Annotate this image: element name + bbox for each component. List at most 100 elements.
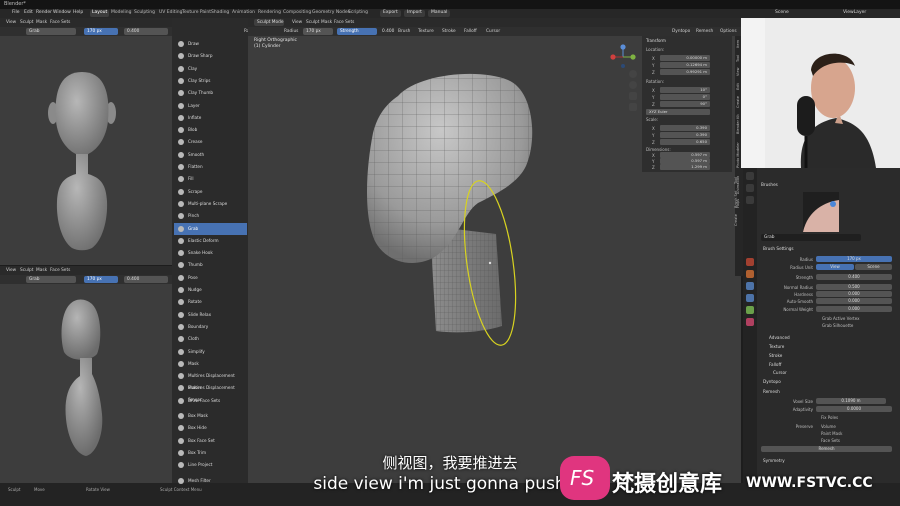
preserve-volume-checkbox[interactable]: Volume [821,424,836,429]
dim-z-field[interactable]: 1.299 m [660,164,710,170]
prop-strength-field[interactable]: 0.400 [816,274,892,280]
prop-vtab-tool[interactable]: Tool [734,170,742,184]
brush-preview-icon[interactable] [803,192,839,232]
prop-normal-weight-field[interactable]: 0.000 [816,306,892,312]
pan-icon[interactable] [629,81,637,89]
brush-item-scrape[interactable]: Scrape [174,186,247,198]
brush-item-clay-thumb[interactable]: Clay Thumb [174,87,247,99]
export-button[interactable]: Export [380,10,401,17]
menu-edit[interactable]: Edit [24,10,33,15]
loc-z-field[interactable]: 0.99291 m [660,69,710,75]
brush-item-snake-hook[interactable]: Snake Hook [174,247,247,259]
tool-tab-icon[interactable] [746,172,754,180]
brush-item-multi-plane-scrape[interactable]: Multi-plane Scrape [174,198,247,210]
preserve-face-sets-checkbox[interactable]: Face Sets [821,438,840,443]
loc-y-field[interactable]: 0.12694 m [660,62,710,68]
brush-item-simplify[interactable]: Simplify [174,346,247,358]
voxel-size-field[interactable]: 0.1090 m [816,398,886,404]
prop-auto-smooth-field[interactable]: 0.000 [816,298,892,304]
scale-y-field[interactable]: 0.390 [660,132,710,138]
brush-item-clay-strips[interactable]: Clay Strips [174,75,247,87]
adaptivity-field[interactable]: 0.0000 [816,406,892,412]
brush-item-box-trim[interactable]: Box Trim [174,447,247,459]
brush-item-line-project[interactable]: Line Project [174,459,247,471]
front-viewport[interactable]: View Sculpt Mask Face Sets Grab 170 px 0… [0,18,172,265]
tab-shading[interactable]: Shading [209,10,231,17]
side-viewport[interactable]: View Sculpt Mask Face Sets Grab 170 px 0… [0,266,172,483]
output-tab-icon[interactable] [746,196,754,204]
loc-x-field[interactable]: 0.00000 m [660,55,710,61]
side-menu-face-sets[interactable]: Face Sets [50,268,70,273]
rot-y-field[interactable]: 0° [660,94,710,100]
dyntopo-panel[interactable]: Dyntopo [763,379,781,384]
rotation-mode-dropdown[interactable]: XYZ Euler [646,109,710,115]
brush-item-thumb[interactable]: Thumb [174,259,247,271]
brush-item-clay[interactable]: Clay [174,63,247,75]
prop-normal-radius-field[interactable]: 0.500 [816,284,892,290]
brush-item-crease[interactable]: Crease [174,136,247,148]
side-brush-field[interactable]: Grab [26,276,76,283]
front-radius-field[interactable]: 170 px [84,28,118,35]
front-menu-sculpt[interactable]: Sculpt [20,20,33,25]
navigation-gizmo[interactable] [610,44,636,70]
tab-scripting[interactable]: Scripting [346,10,370,17]
fix-poles-checkbox[interactable]: Fix Poles [821,415,838,420]
scene-selector[interactable]: Scene [775,10,789,15]
material-tab-icon[interactable] [746,318,754,326]
front-strength-field[interactable]: 0.400 [124,28,168,35]
front-menu-mask[interactable]: Mask [36,20,47,25]
front-menu-face-sets[interactable]: Face Sets [50,20,70,25]
brush-item-cloth[interactable]: Cloth [174,333,247,345]
brush-item-multires-displacement-smear[interactable]: Multires Displacement Smear [174,382,247,402]
menu-help[interactable]: Help [73,10,83,15]
brush-item-pose[interactable]: Pose [174,272,247,284]
brush-item-grab[interactable]: Grab [174,222,247,235]
prop-vtab-create[interactable]: Create [734,212,742,226]
brush-item-mesh-filter[interactable]: Mesh Filter [174,475,247,487]
brush-item-box-mask[interactable]: Box Mask [174,410,247,422]
manual-button[interactable]: Manual [428,10,451,17]
prop-hardness-field[interactable]: 0.000 [816,291,892,297]
particles-tab-icon[interactable] [746,282,754,290]
remesh-panel[interactable]: Remesh [763,389,780,394]
cursor-subpanel[interactable]: Cursor [773,370,787,375]
menu-window[interactable]: Window [53,10,71,15]
tab-modeling[interactable]: Modeling [109,10,133,17]
physics-tab-icon[interactable] [746,294,754,302]
object-tab-icon[interactable] [746,258,754,266]
brush-item-mask[interactable]: Mask [174,358,247,370]
brush-item-boundary[interactable]: Boundary [174,321,247,333]
side-strength-field[interactable]: 0.400 [124,276,168,283]
front-brush-field[interactable]: Grab [26,28,76,35]
prop-vtab-brush-set[interactable]: Brush Set [734,188,742,208]
front-menu-view[interactable]: View [6,20,16,25]
texture-subpanel[interactable]: Texture [769,344,784,349]
side-radius-field[interactable]: 170 px [84,276,118,283]
brush-item-inflate[interactable]: Inflate [174,112,247,124]
tab-sculpting[interactable]: Sculpting [132,10,157,17]
rot-x-field[interactable]: 10° [660,87,710,93]
side-menu-sculpt[interactable]: Sculpt [20,268,33,273]
menu-render[interactable]: Render [36,10,52,15]
preserve-paint-mask-checkbox[interactable]: Paint Mask [821,431,842,436]
tab-rendering[interactable]: Rendering [256,10,283,17]
tab-compositing[interactable]: Compositing [281,10,313,17]
zoom-icon[interactable] [629,70,637,78]
prop-radius-field[interactable]: 170 px [816,256,892,262]
brush-item-draw-sharp[interactable]: Draw Sharp [174,50,247,62]
view-layer-selector[interactable]: ViewLayer [843,10,866,15]
brush-name-field[interactable]: Grab [761,234,861,241]
brush-item-box-hide[interactable]: Box Hide [174,422,247,434]
transform-header[interactable]: Transform [646,38,666,43]
data-tab-icon[interactable] [746,306,754,314]
brush-item-draw-face-sets[interactable]: Draw Face Sets [174,395,247,407]
brush-item-flatten[interactable]: Flatten [174,161,247,173]
camera-icon[interactable] [629,92,637,100]
falloff-subpanel[interactable]: Falloff [769,362,781,367]
brush-item-fill[interactable]: Fill [174,173,247,185]
grid-icon[interactable] [629,103,637,111]
brushes-section-header[interactable]: Brushes [761,182,778,187]
radius-unit-scene[interactable]: Scene [855,264,892,270]
brush-item-elastic-deform[interactable]: Elastic Deform [174,235,247,247]
brush-item-slide-relax[interactable]: Slide Relax [174,309,247,321]
